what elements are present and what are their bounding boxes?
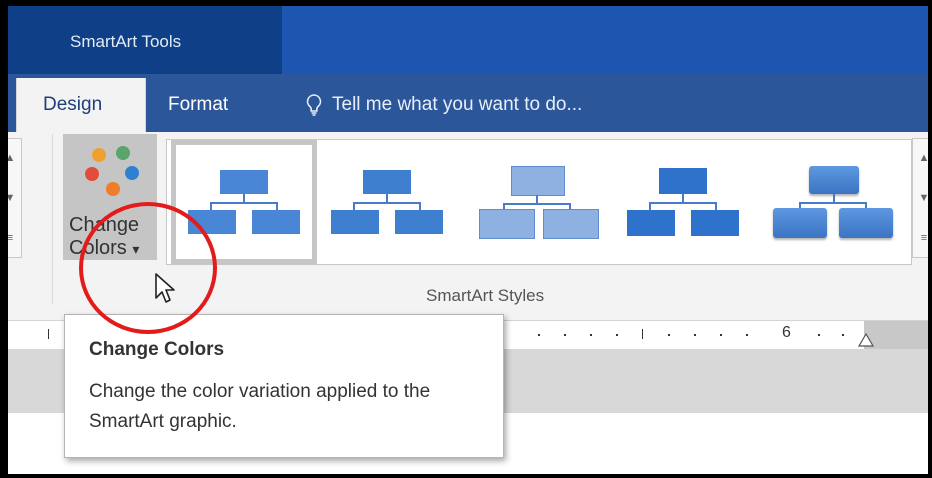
scroll-down-icon[interactable]: ▼ (8, 179, 21, 217)
mouse-pointer-icon (155, 273, 175, 303)
indent-marker-icon[interactable] (858, 333, 874, 347)
tooltip-body: Change the color variation applied to th… (89, 381, 431, 432)
scroll-up-icon[interactable]: ▲ (8, 139, 21, 177)
tab-design-label: Design (43, 94, 103, 115)
smartart-style-item-3[interactable] (467, 140, 613, 264)
contextual-tab-group: SmartArt Tools (8, 6, 282, 74)
group-separator (52, 134, 53, 304)
scroll-down-icon[interactable]: ▼ (913, 179, 928, 217)
smartart-style-item-4[interactable] (615, 140, 761, 264)
gallery-more-icon[interactable]: ≡ (913, 219, 928, 257)
scroll-up-icon[interactable]: ▲ (913, 139, 928, 177)
smartart-style-item-2[interactable] (319, 140, 465, 264)
tab-format[interactable]: Format (168, 94, 228, 116)
ruler-number: 6 (782, 324, 791, 341)
word-window: SmartArt Tools Design Format Tell me wha… (8, 6, 928, 474)
lightbulb-icon (306, 94, 322, 116)
smartart-style-item-5[interactable] (763, 140, 909, 264)
gallery-more-icon[interactable]: ≡ (8, 219, 21, 257)
tell-me-placeholder: Tell me what you want to do... (332, 94, 583, 115)
tooltip: Change Colors Change the color variation… (64, 314, 504, 458)
tab-design[interactable]: Design (16, 78, 146, 132)
title-bar (282, 6, 928, 74)
left-gallery-scroll[interactable]: ▲ ▼ ≡ (8, 138, 22, 258)
tooltip-title: Change Colors (89, 339, 225, 360)
tell-me-box[interactable]: Tell me what you want to do... (306, 90, 582, 120)
smartart-styles-group-label: SmartArt Styles (426, 286, 545, 305)
smartart-styles-gallery (166, 139, 912, 265)
right-gallery-scroll[interactable]: ▲ ▼ ≡ (912, 138, 928, 258)
highlight-circle (79, 202, 217, 334)
contextual-tab-group-label: SmartArt Tools (70, 32, 182, 51)
